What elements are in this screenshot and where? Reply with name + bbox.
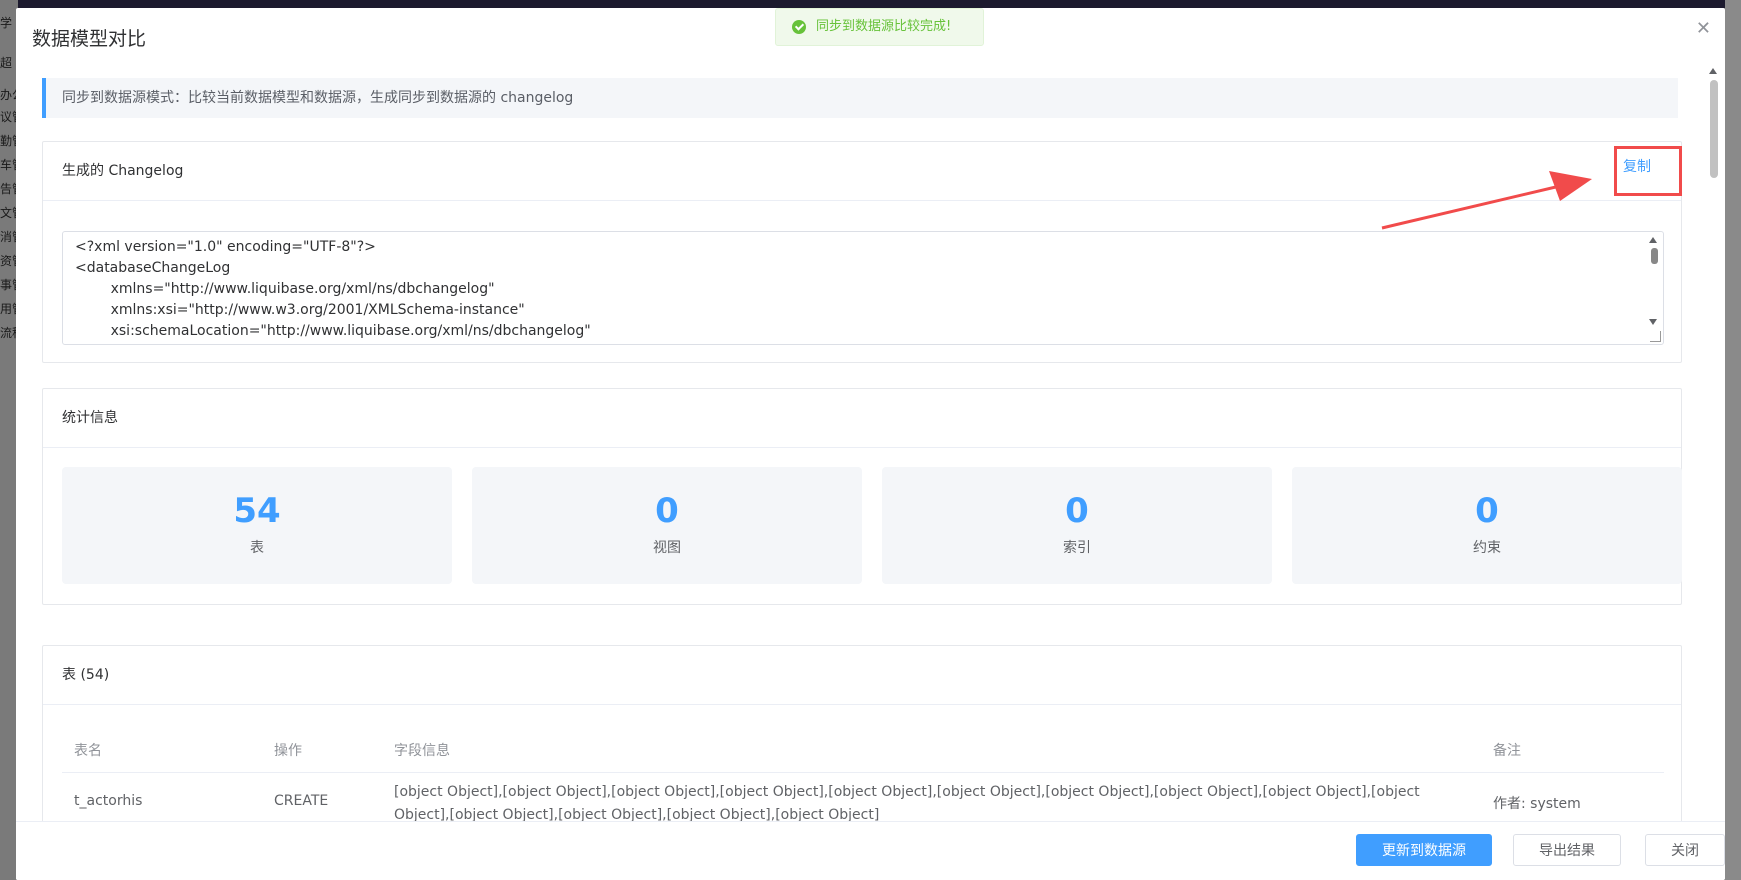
background-header [0, 0, 1741, 8]
changelog-textarea[interactable]: <?xml version="1.0" encoding="UTF-8"?> <… [62, 231, 1664, 345]
cell-note: 作者: system [1493, 796, 1581, 812]
stat-label: 表 [250, 540, 264, 556]
tables-diff-table: 表名 操作 字段信息 备注 t_actorhis CREATE [object … [62, 730, 1664, 833]
tables-title: 表 (54) [62, 667, 110, 683]
success-check-icon [792, 20, 806, 34]
column-header-operation: 操作 [274, 743, 302, 759]
dialog-title: 数据模型对比 [32, 28, 147, 50]
update-datasource-button[interactable]: 更新到数据源 [1356, 834, 1492, 866]
cell-table-name: t_actorhis [74, 793, 143, 809]
stat-views: 0 视图 [472, 467, 862, 584]
stat-value: 0 [655, 491, 679, 531]
cell-operation: CREATE [274, 793, 329, 809]
textarea-scroll-down-icon[interactable] [1649, 319, 1657, 325]
stat-tables: 54 表 [62, 467, 452, 584]
code-line: xsi:schemaLocation="http://www.liquibase… [75, 323, 591, 339]
stats-card: 统计信息 54 表 0 视图 0 索引 0 约束 [42, 388, 1682, 605]
stat-constraints: 0 约束 [1292, 467, 1682, 584]
changelog-title: 生成的 Changelog [62, 163, 184, 179]
stat-label: 约束 [1473, 540, 1501, 556]
stats-card-header: 统计信息 [43, 389, 1681, 448]
stat-label: 索引 [1063, 540, 1091, 556]
code-line: <databaseChangeLog [75, 260, 231, 276]
dialog-footer: 更新到数据源 导出结果 关闭 [16, 821, 1725, 880]
background-right-edge [1725, 0, 1741, 880]
export-results-button[interactable]: 导出结果 [1513, 834, 1621, 866]
textarea-scroll-up-icon[interactable] [1649, 237, 1657, 243]
annotation-highlight-box [1614, 146, 1682, 196]
table-header: 表名 操作 字段信息 备注 [62, 730, 1664, 773]
code-line: <?xml version="1.0" encoding="UTF-8"?> [75, 239, 376, 255]
toast-message: 同步到数据源比较完成! [816, 19, 952, 34]
stat-value: 0 [1065, 491, 1089, 531]
column-header-fields: 字段信息 [394, 743, 450, 759]
textarea-scrollbar[interactable] [1651, 248, 1658, 264]
stat-value: 0 [1475, 491, 1499, 531]
code-line: xmlns:xsi="http://www.w3.org/2001/XMLSch… [75, 302, 525, 318]
compare-dialog: 数据模型对比 ✕ 同步到数据源模式：比较当前数据模型和数据源，生成同步到数据源的… [16, 8, 1725, 880]
dialog-scrollbar[interactable] [1710, 80, 1718, 178]
close-icon[interactable]: ✕ [1696, 20, 1711, 38]
column-header-table-name: 表名 [74, 743, 102, 759]
changelog-card-header: 生成的 Changelog 复制 [43, 142, 1681, 201]
scroll-up-icon[interactable] [1709, 68, 1717, 74]
changelog-card: 生成的 Changelog 复制 <?xml version="1.0" enc… [42, 141, 1682, 363]
success-toast: 同步到数据源比较完成! [775, 8, 984, 46]
stat-value: 54 [233, 491, 281, 531]
resize-handle-icon[interactable] [1650, 331, 1661, 342]
mode-info-banner: 同步到数据源模式：比较当前数据模型和数据源，生成同步到数据源的 changelo… [42, 78, 1678, 118]
close-button[interactable]: 关闭 [1645, 834, 1725, 866]
stats-title: 统计信息 [62, 410, 118, 426]
tables-card-header: 表 (54) [43, 646, 1681, 705]
column-header-note: 备注 [1493, 743, 1521, 759]
stat-label: 视图 [653, 540, 681, 556]
code-line: xmlns="http://www.liquibase.org/xml/ns/d… [75, 281, 495, 297]
stat-indexes: 0 索引 [882, 467, 1272, 584]
